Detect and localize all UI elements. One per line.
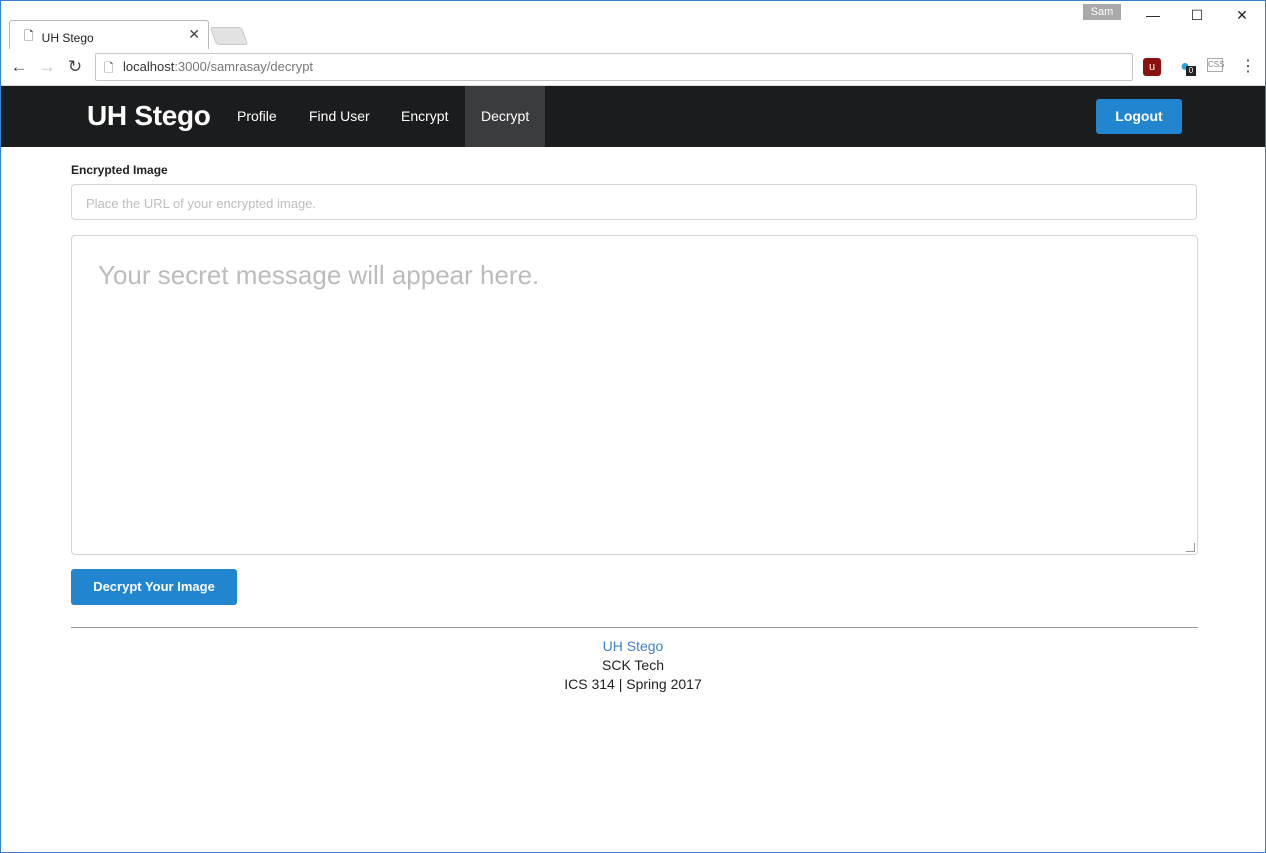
page-info-icon[interactable]: 🗋 [104,59,114,80]
nav-item-profile[interactable]: Profile [221,86,293,147]
secret-message-textarea[interactable]: Your secret message will appear here. [71,235,1198,555]
ghostery-icon[interactable]: ● 0 [1176,58,1196,76]
address-bar[interactable]: 🗋 localhost:3000/samrasay/decrypt [95,53,1133,81]
new-tab-button[interactable] [209,27,249,45]
decrypt-button[interactable]: Decrypt Your Image [71,569,237,605]
menu-icon[interactable]: ⋮ [1239,58,1257,76]
app-navbar: UH Stego Profile Find User Encrypt Decry… [1,86,1265,147]
brand-title[interactable]: UH Stego [87,100,211,132]
secret-message-placeholder: Your secret message will appear here. [98,260,540,290]
tab-title: UH Stego [41,30,94,45]
footer-link[interactable]: UH Stego [1,637,1265,656]
ublock-icon[interactable]: u [1143,58,1161,76]
close-icon[interactable]: ✕ [188,26,200,43]
maximize-icon[interactable]: ☐ [1187,7,1207,24]
footer-company: SCK Tech [602,657,664,673]
back-icon[interactable]: ← [9,57,29,77]
image-url-placeholder: Place the URL of your encrypted image. [86,196,317,211]
footer: UH Stego SCK Tech ICS 314 | Spring 2017 [1,637,1265,694]
browser-tab[interactable]: 🗋 UH Stego ✕ [9,20,209,50]
nav-item-find-user[interactable]: Find User [293,86,386,147]
page-icon: 🗋 [24,29,34,43]
reload-icon[interactable]: ↻ [65,57,85,77]
image-url-input[interactable]: Place the URL of your encrypted image. [71,184,1197,220]
nav-item-decrypt[interactable]: Decrypt [465,86,546,147]
minimize-icon[interactable]: — [1143,7,1163,23]
resize-handle-icon[interactable] [1186,543,1195,552]
profile-badge[interactable]: Sam [1083,4,1121,20]
close-window-icon[interactable]: ✕ [1232,7,1252,24]
browser-toolbar: ← → ↻ 🗋 localhost:3000/samrasay/decrypt … [1,49,1265,86]
css-extension-icon[interactable]: CSS [1207,58,1224,72]
browser-window: 🗋 UH Stego ✕ Sam — ☐ ✕ ← → ↻ 🗋 localhost… [0,0,1266,853]
forward-icon[interactable]: → [37,57,57,77]
title-bar: 🗋 UH Stego ✕ Sam — ☐ ✕ [1,1,1265,50]
footer-course: ICS 314 | Spring 2017 [564,676,702,692]
url-text: localhost:3000/samrasay/decrypt [123,59,314,74]
footer-divider [71,627,1198,628]
nav-item-encrypt[interactable]: Encrypt [385,86,464,147]
encrypted-image-label: Encrypted Image [71,163,168,177]
logout-button[interactable]: Logout [1096,99,1182,134]
